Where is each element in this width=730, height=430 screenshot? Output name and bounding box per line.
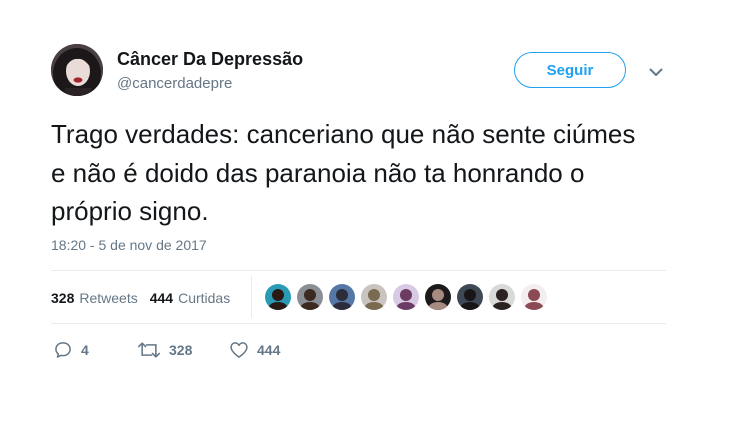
heart-icon (230, 342, 248, 358)
liker-avatar[interactable] (297, 284, 323, 310)
liker-avatar[interactable] (361, 284, 387, 310)
retweets-label: Retweets (79, 290, 138, 306)
retweet-icon (137, 342, 161, 358)
stats-separator (251, 276, 252, 318)
reply-button[interactable]: 4 (53, 338, 89, 362)
retweet-button[interactable]: 328 (137, 338, 192, 362)
liker-avatar[interactable] (265, 284, 291, 310)
chevron-down-icon[interactable] (648, 64, 664, 80)
follow-button[interactable]: Seguir (514, 52, 626, 88)
reply-count: 4 (81, 342, 89, 358)
retweets-stat[interactable]: 328 Retweets (51, 290, 138, 306)
divider-bottom (51, 323, 666, 324)
likes-label: Curtidas (178, 290, 231, 306)
tweet-timestamp[interactable]: 18:20 - 5 de nov de 2017 (51, 237, 207, 253)
likes-count: 444 (149, 290, 174, 306)
avatar-photo-icon (51, 44, 103, 96)
tweet-text: Trago verdades: canceriano que não sente… (51, 119, 636, 226)
liker-avatar[interactable] (393, 284, 419, 310)
divider-top (51, 270, 666, 271)
retweets-count: 328 (51, 290, 75, 306)
like-count: 444 (257, 342, 281, 358)
liker-avatar[interactable] (521, 284, 547, 310)
author-handle[interactable]: @cancerdadepre (117, 75, 232, 92)
retweet-count: 328 (169, 342, 193, 358)
author-display-name[interactable]: Câncer Da Depressão (117, 49, 303, 70)
reply-icon (55, 342, 71, 358)
liker-avatar[interactable] (329, 284, 355, 310)
liker-avatar[interactable] (489, 284, 515, 310)
tweet-card: Câncer Da Depressão @cancerdadepre Segui… (0, 0, 730, 430)
liker-avatar[interactable] (457, 284, 483, 310)
liker-avatar[interactable] (425, 284, 451, 310)
tweet-stats: 328 Retweets 444 Curtidas (51, 288, 230, 308)
author-avatar[interactable] (51, 44, 103, 96)
like-button[interactable]: 444 (229, 338, 280, 362)
likes-stat[interactable]: 444 Curtidas (150, 290, 231, 306)
